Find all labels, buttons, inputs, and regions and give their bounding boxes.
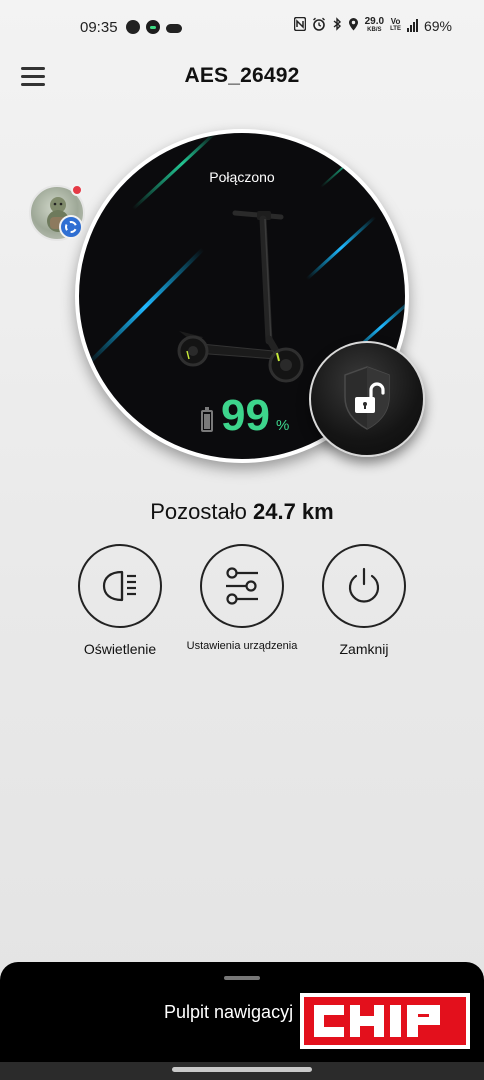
power-off-label: Zamknij (339, 641, 389, 657)
power-off-action[interactable]: Zamknij (294, 544, 434, 657)
lighting-action[interactable]: Oświetlenie (50, 544, 190, 657)
network-speed-unit: KB/S (367, 27, 382, 33)
connection-status: Połączono (209, 169, 275, 185)
headlight-icon (102, 570, 136, 602)
lighting-button[interactable] (78, 544, 162, 628)
location-icon (348, 17, 359, 34)
battery-level-unit: % (275, 417, 290, 434)
nfc-icon (293, 16, 306, 34)
alarm-icon (312, 17, 326, 34)
battery-indicator: 99 % (201, 394, 289, 438)
bluetooth-icon (332, 17, 342, 34)
sheet-drag-handle[interactable] (224, 976, 260, 980)
unlocked-shield-icon (344, 366, 390, 430)
chip-logo (300, 993, 470, 1049)
status-bar: 09:35 29.0 KB/S Vo LTE 69% (0, 0, 484, 56)
battery-percent: 69% (423, 17, 452, 34)
power-icon (348, 567, 380, 603)
volte-label: Vo (390, 17, 401, 26)
battery-level-value: 99 (221, 391, 270, 440)
chat-notification-icon (126, 20, 140, 34)
network-speed-value: 29.0 (364, 16, 385, 27)
sheet-title: Pulpit nawigacyj (164, 1002, 294, 1022)
lighting-label: Oświetlenie (83, 641, 157, 657)
remaining-range-value: 24.7 km (253, 499, 334, 524)
app-notification-icon (146, 20, 160, 34)
system-status-icons: 29.0 KB/S Vo LTE 69% (293, 16, 452, 34)
sliders-icon (226, 567, 258, 605)
power-off-button[interactable] (322, 544, 406, 628)
device-settings-button[interactable] (200, 544, 284, 628)
status-time: 09:35 (80, 19, 118, 36)
lock-toggle-button[interactable] (309, 341, 425, 457)
remaining-range: Pozostało 24.7 km (0, 499, 484, 525)
network-speed: 29.0 KB/S (365, 17, 384, 34)
signal-strength-icon (406, 19, 418, 32)
device-settings-label: Ustawienia urządzenia (186, 640, 298, 652)
cloud-icon (166, 24, 182, 33)
volte-indicator: Vo LTE (390, 18, 401, 33)
device-settings-action[interactable]: Ustawienia urządzenia (172, 544, 312, 652)
device-title: AES_26492 (184, 64, 300, 87)
scooter-image (177, 210, 304, 383)
remaining-range-label: Pozostało (150, 499, 247, 524)
notification-icons (126, 20, 182, 34)
volte-lte-label: LTE (390, 26, 401, 32)
home-gesture-handle[interactable] (172, 1067, 312, 1072)
battery-icon (201, 407, 213, 432)
